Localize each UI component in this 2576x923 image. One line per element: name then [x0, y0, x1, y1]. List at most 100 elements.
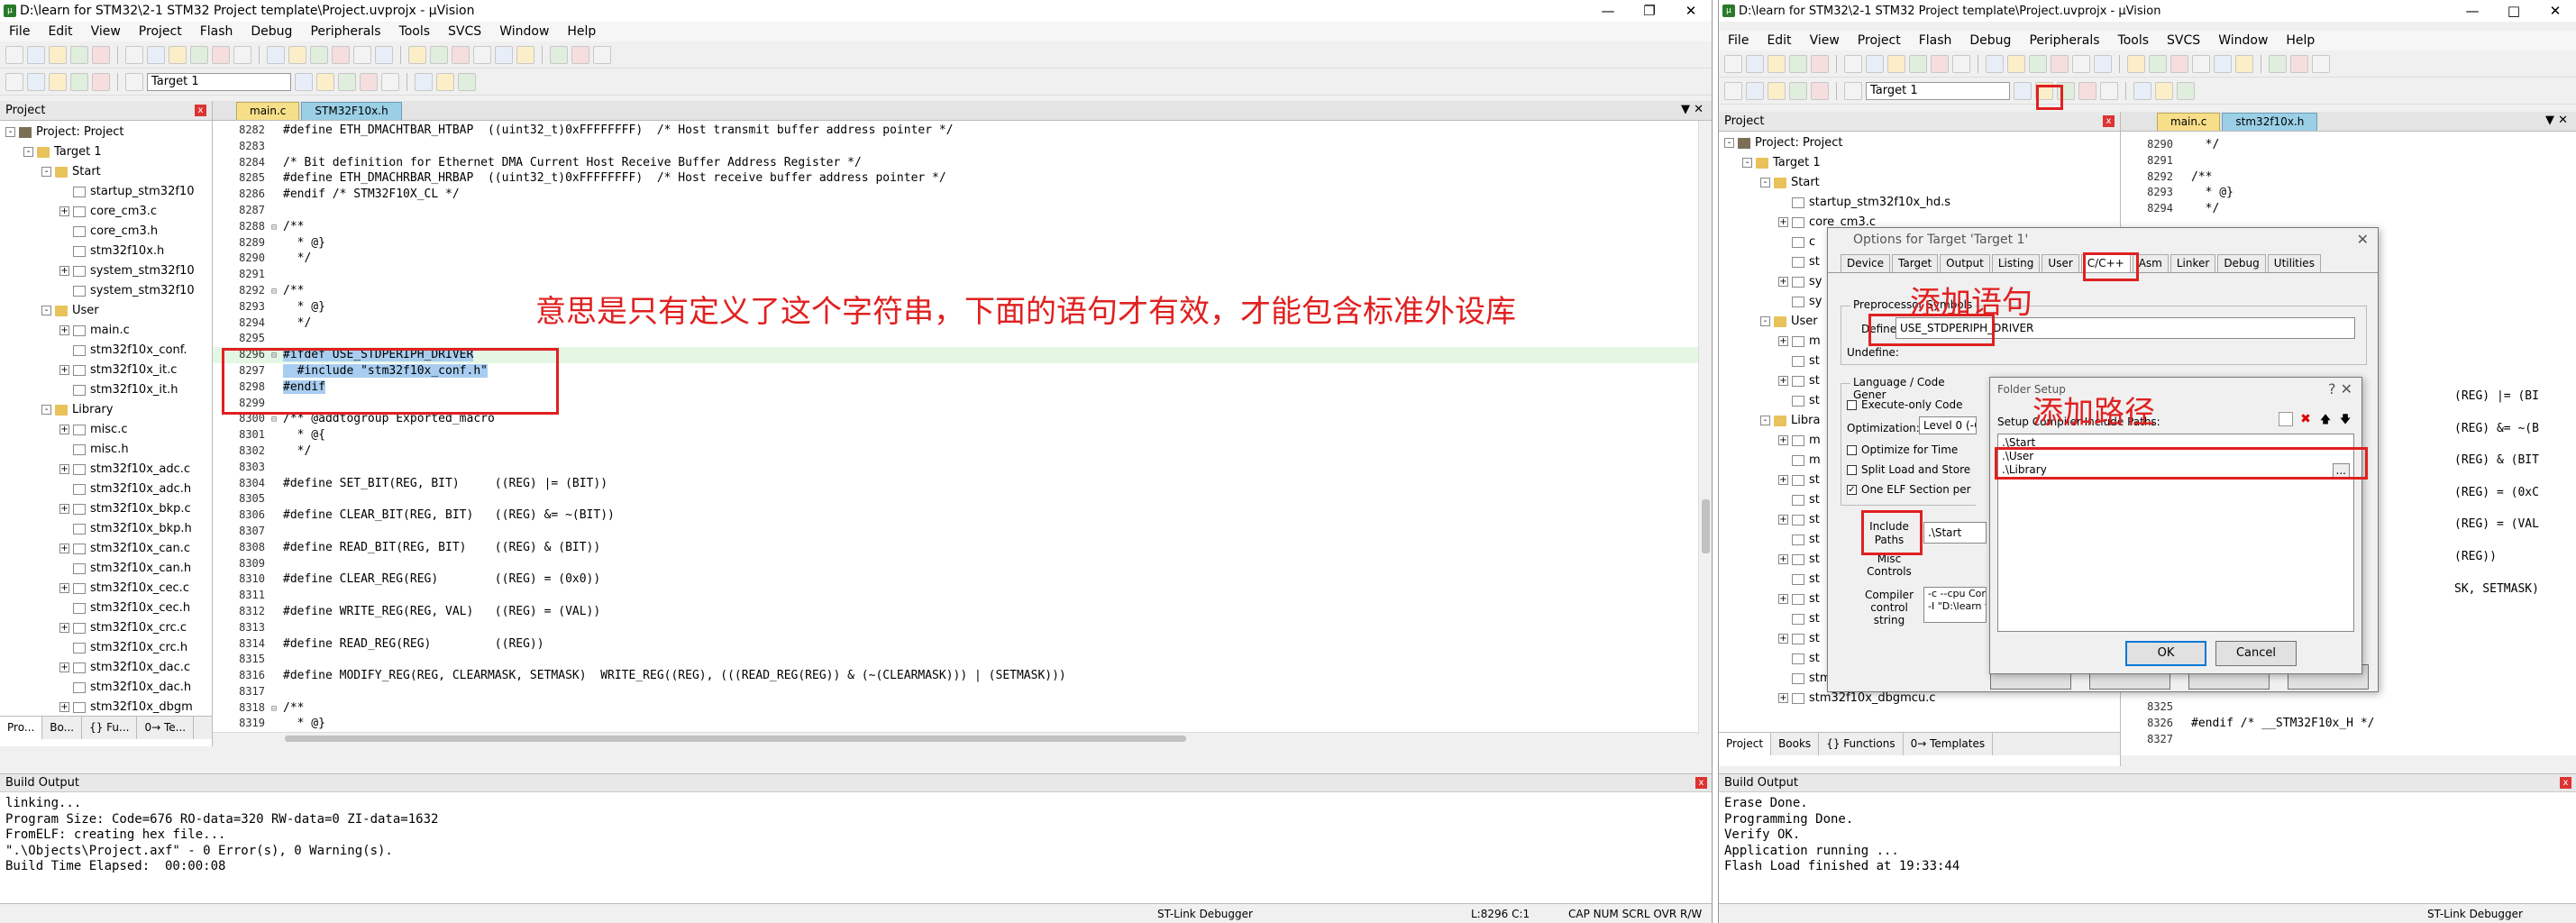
expand-toggle-icon[interactable]: + [1778, 634, 1788, 644]
menu-item-file[interactable]: File [1719, 33, 1758, 48]
tree-node[interactable]: + stm32f10x_dbgm [0, 698, 212, 716]
minimize-button[interactable]: — [2452, 0, 2493, 22]
toolbar-button-icon[interactable] [436, 72, 454, 91]
optimize-time-checkbox[interactable]: Optimize for Time [1847, 443, 1958, 456]
tree-node[interactable]: stm32f10x_conf. [0, 341, 212, 361]
tree-node[interactable]: - Project: Project [1719, 133, 2120, 153]
toolbar-button-icon[interactable] [2127, 54, 2145, 73]
toolbar-button-icon[interactable] [2051, 54, 2069, 73]
folder-dialog-close[interactable]: ? ✕ [2328, 378, 2352, 401]
expand-toggle-icon[interactable]: - [1724, 138, 1734, 148]
expand-toggle-icon[interactable]: - [1760, 416, 1770, 425]
toolbar-button-icon[interactable] [430, 45, 448, 64]
expand-toggle-icon[interactable]: + [59, 365, 69, 375]
expand-toggle-icon[interactable]: - [41, 306, 51, 315]
expand-toggle-icon[interactable]: + [59, 583, 69, 593]
toolbar-button-icon[interactable] [2290, 54, 2308, 73]
options-tab-listing[interactable]: Listing [1991, 254, 2041, 272]
expand-toggle-icon[interactable]: + [59, 206, 69, 216]
expand-toggle-icon[interactable]: + [1778, 515, 1788, 525]
tree-node[interactable]: stm32f10x_crc.h [0, 638, 212, 658]
toolbar-button-icon[interactable] [1724, 81, 1742, 100]
tree-node[interactable]: + stm32f10x_can.c [0, 539, 212, 559]
fold-toggle-icon[interactable]: ⊟ [265, 220, 283, 236]
expand-toggle-icon[interactable]: + [1778, 594, 1788, 604]
expand-toggle-icon[interactable]: + [59, 623, 69, 633]
delete-icon[interactable]: ✖ [2298, 412, 2313, 426]
tree-node[interactable]: stm32f10x_dac.h [0, 678, 212, 698]
tree-node[interactable]: stm32f10x.h [0, 242, 212, 261]
toolbar-button-icon[interactable] [495, 45, 513, 64]
tree-node[interactable]: - Start [1719, 173, 2120, 193]
toolbar-button-icon[interactable] [2014, 81, 2032, 100]
toolbar-button-icon[interactable] [316, 72, 334, 91]
pane-tab[interactable]: Project [1719, 733, 1772, 755]
toolbar-button-icon[interactable] [49, 45, 67, 64]
pane-tab[interactable]: Pro... [0, 717, 43, 739]
toolbar-button-icon[interactable] [473, 45, 491, 64]
menu-item-tools[interactable]: Tools [2109, 33, 2159, 48]
pane-tab[interactable]: {} Fu... [82, 717, 138, 739]
toolbar-button-icon[interactable] [1768, 54, 1786, 73]
toolbar-button-icon[interactable] [1789, 54, 1807, 73]
tree-node[interactable]: stm32f10x_can.h [0, 559, 212, 579]
tree-node[interactable]: startup_stm32f10 [0, 182, 212, 202]
toolbar-button-icon[interactable] [125, 45, 143, 64]
toolbar-button-icon[interactable] [1931, 54, 1949, 73]
tree-node[interactable]: stm32f10x_cec.h [0, 599, 212, 618]
options-tab-user[interactable]: User [2042, 254, 2079, 272]
toolbar-button-icon[interactable] [233, 45, 251, 64]
menu-item-help[interactable]: Help [558, 24, 605, 39]
menu-item-tools[interactable]: Tools [390, 24, 440, 39]
pane-tab[interactable]: 0→ Te... [137, 717, 195, 739]
menu-item-debug[interactable]: Debug [1960, 33, 2020, 48]
toolbar-button-icon[interactable] [2029, 54, 2047, 73]
expand-toggle-icon[interactable]: + [1778, 693, 1788, 703]
tree-node[interactable]: + main.c [0, 321, 212, 341]
pane-tab[interactable]: Bo... [42, 717, 83, 739]
toolbar-button-icon[interactable] [2312, 54, 2330, 73]
target-select[interactable]: Target 1 [1866, 81, 2010, 100]
tree-node[interactable]: core_cm3.h [0, 222, 212, 242]
toolbar-button-icon[interactable] [1844, 54, 1862, 73]
pane-tab[interactable]: {} Functions [1819, 733, 1904, 755]
close-button[interactable]: ✕ [2535, 0, 2576, 22]
tree-node[interactable]: - Library [0, 400, 212, 420]
toolbar-button-icon[interactable] [338, 72, 356, 91]
toolbar-button-icon[interactable] [169, 45, 187, 64]
toolbar-button-icon[interactable] [2269, 54, 2287, 73]
toolbar-button-icon[interactable] [310, 45, 328, 64]
maximize-button[interactable]: ❐ [1629, 0, 1670, 22]
toolbar-button-icon[interactable] [295, 72, 313, 91]
expand-toggle-icon[interactable]: + [59, 504, 69, 514]
toolbar-button-icon[interactable] [415, 72, 433, 91]
menu-item-window[interactable]: Window [2209, 33, 2277, 48]
tree-node[interactable]: + stm32f10x_crc.c [0, 618, 212, 638]
toolbar-button-icon[interactable] [2007, 54, 2025, 73]
tree-node[interactable]: + stm32f10x_it.c [0, 361, 212, 380]
expand-toggle-icon[interactable]: + [1778, 435, 1788, 445]
toolbar-button-icon[interactable] [516, 45, 534, 64]
new-folder-icon[interactable] [2279, 412, 2293, 426]
close-button[interactable]: ✕ [1670, 0, 1712, 22]
toolbar-button-icon[interactable] [92, 72, 110, 91]
toolbar-button-icon[interactable] [1866, 54, 1884, 73]
pane-close-icon[interactable]: x [2103, 115, 2115, 127]
toolbar-button-icon[interactable] [267, 45, 285, 64]
expand-toggle-icon[interactable]: - [1760, 316, 1770, 326]
pane-close-icon[interactable]: x [195, 105, 206, 116]
toolbar-button-icon[interactable] [2072, 54, 2090, 73]
expand-toggle-icon[interactable]: - [41, 167, 51, 177]
toolbar-button-icon[interactable] [375, 45, 393, 64]
toolbar-button-icon[interactable] [190, 45, 208, 64]
toolbar-button-icon[interactable] [5, 45, 23, 64]
tree-node[interactable]: + stm32f10x_adc.c [0, 460, 212, 480]
pane-tab[interactable]: Books [1771, 733, 1820, 755]
toolbar-button-icon[interactable] [27, 72, 45, 91]
menu-item-flash[interactable]: Flash [191, 24, 242, 39]
toolbar-button-icon[interactable] [27, 45, 45, 64]
editor-vertical-scrollbar[interactable] [1698, 121, 1712, 734]
toolbar-button-icon[interactable] [1986, 54, 2004, 73]
expand-toggle-icon[interactable]: + [59, 464, 69, 474]
options-tab-target[interactable]: Target [1892, 254, 1939, 272]
